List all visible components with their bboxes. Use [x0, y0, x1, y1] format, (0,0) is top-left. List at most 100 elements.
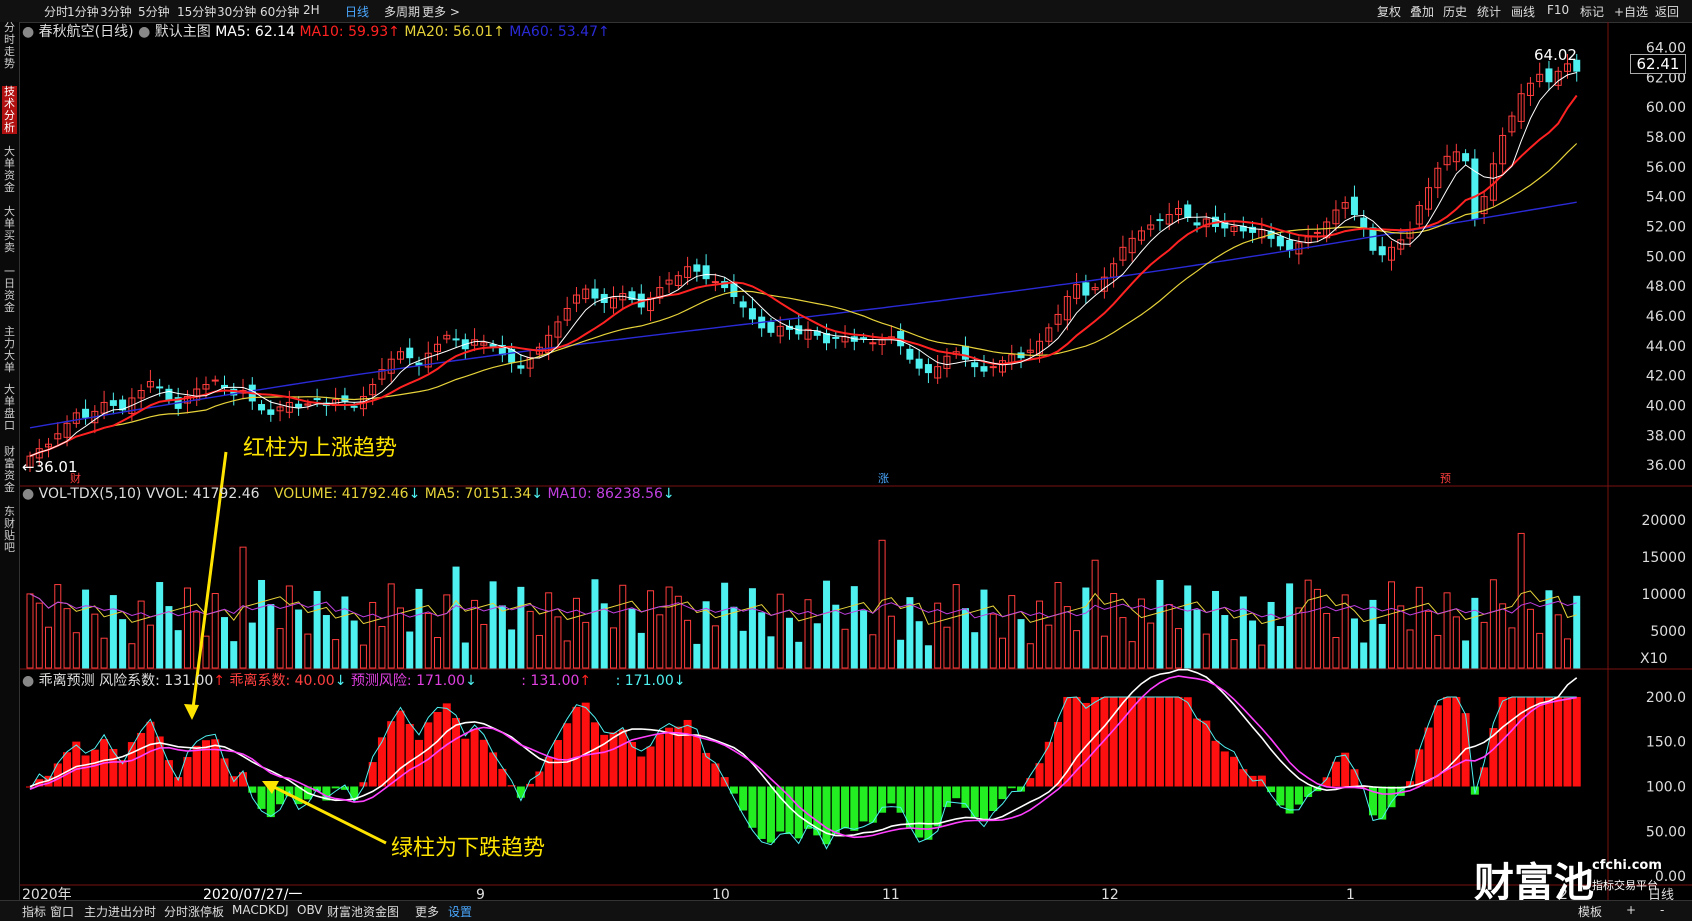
trend-bar — [896, 786, 905, 813]
volume-bar — [109, 595, 117, 669]
trend-bar — [646, 746, 655, 787]
trend-bar — [1118, 696, 1127, 787]
down-arrow-icon: ↓ — [673, 673, 686, 689]
volume-bar — [1434, 634, 1442, 669]
volume-bar — [26, 593, 34, 669]
volume-bar — [359, 644, 367, 669]
trend-bar — [331, 786, 340, 789]
trend-bar — [1331, 761, 1340, 787]
volume-bar — [350, 620, 358, 669]
trend-bar — [572, 706, 581, 787]
trend-bar — [1137, 696, 1146, 787]
trend-bar — [711, 763, 720, 787]
volume-bar — [285, 585, 293, 669]
volume-bar — [63, 608, 71, 669]
trend-bar — [516, 786, 525, 798]
trend-bar — [72, 741, 81, 787]
volume-bar — [943, 626, 951, 669]
volume-bar — [434, 637, 442, 669]
trend-bar — [1507, 696, 1516, 787]
vol-axis-label: 20000 — [1641, 513, 1686, 529]
trend-bar — [257, 786, 266, 809]
volume-bar — [1267, 601, 1275, 669]
down-arrow-icon: ↓ — [465, 673, 477, 689]
vol-ma5: MA5: 70151.34 — [424, 486, 532, 502]
volume-bar — [1063, 606, 1071, 669]
trend-bar — [831, 786, 840, 835]
bottom-item-6[interactable]: OBV — [297, 903, 323, 917]
candle-body — [1193, 222, 1201, 226]
bottom-item-3[interactable]: 分时涨停板 — [164, 903, 224, 920]
trend-bar — [683, 719, 692, 787]
trend-bar — [1350, 769, 1359, 787]
trend-bar — [1193, 718, 1201, 787]
volume-bar — [1508, 627, 1516, 669]
bottom-item-9[interactable]: 设置 — [448, 903, 472, 920]
volume-bar — [1100, 635, 1108, 669]
trend-bar — [192, 745, 201, 787]
volume-bar — [1026, 643, 1034, 669]
candle-body — [295, 403, 303, 408]
volume-bar — [1091, 559, 1099, 669]
down-arrow-icon: ↓ — [334, 673, 347, 689]
bottom-item-2[interactable]: 主力进出分时 — [84, 903, 156, 920]
trend-bar — [850, 786, 859, 831]
volume-bar — [563, 640, 571, 669]
bottom-right-2[interactable]: - — [1660, 903, 1664, 917]
volume-bar — [1415, 586, 1423, 669]
vol-legend: ● VOL-TDX(5,10) VVOL: 41792.46 VOLUME: 4… — [22, 486, 675, 502]
candle-body — [1276, 236, 1284, 247]
trend-bar — [452, 718, 461, 787]
candle-body — [313, 398, 321, 401]
bottom-right-1[interactable]: + — [1626, 903, 1636, 917]
candle-body — [1369, 227, 1377, 251]
bottom-item-8[interactable]: 更多 — [415, 903, 439, 920]
volume-bar — [1295, 607, 1303, 669]
volume-bar — [424, 612, 432, 669]
volume-bar — [378, 626, 386, 669]
down-arrow-icon: ↓ — [662, 486, 675, 502]
volume-bar — [137, 600, 145, 669]
volume-bar — [1017, 619, 1025, 669]
bottom-item-7[interactable]: 财富池资金图 — [327, 903, 399, 920]
trend-bar — [1211, 740, 1220, 787]
candle-body — [350, 405, 358, 408]
price-axis-label: 42.00 — [1646, 369, 1686, 385]
candle-body — [702, 265, 710, 280]
volume-bar — [545, 592, 553, 669]
volume-bar — [1452, 616, 1460, 669]
volume-bar — [211, 593, 219, 669]
volume-bar — [952, 584, 960, 669]
volume-bar — [498, 605, 506, 669]
candle-body — [517, 365, 525, 369]
candle-body — [915, 358, 923, 369]
bottom-item-1[interactable]: 窗口 — [50, 903, 74, 920]
trend-bar — [905, 786, 914, 829]
up-arrow-icon: ↑ — [388, 24, 400, 40]
trend-bar — [1063, 696, 1072, 787]
volume-bar — [1249, 620, 1257, 669]
volume-bar — [1573, 595, 1581, 669]
low-price-value: 36.01 — [34, 458, 78, 476]
volume-bar — [1276, 626, 1284, 669]
candle-body — [1471, 158, 1479, 220]
volume-bar — [1443, 592, 1451, 669]
trend-bar — [952, 786, 961, 799]
volume-bar — [711, 625, 719, 669]
trend-bar — [989, 786, 998, 812]
bottom-item-5[interactable]: KDJ — [268, 903, 289, 917]
trend-bar — [220, 758, 229, 787]
bottom-right-0[interactable]: 模板 — [1578, 903, 1602, 920]
volume-bar — [452, 566, 460, 669]
bottom-item-4[interactable]: MACD — [232, 903, 268, 917]
indicator-name[interactable]: 默认主图 — [155, 24, 211, 40]
candle-body — [739, 301, 747, 308]
ind-axis-label: 100.0 — [1646, 780, 1686, 796]
ind-axis-label: 200.0 — [1646, 690, 1686, 706]
volume-bar — [924, 645, 932, 669]
volume-bar — [897, 639, 905, 669]
volume-bar — [517, 586, 525, 669]
volume-bar — [45, 626, 53, 669]
bottom-item-0[interactable]: 指标 — [22, 903, 46, 920]
candle-body — [267, 409, 275, 415]
